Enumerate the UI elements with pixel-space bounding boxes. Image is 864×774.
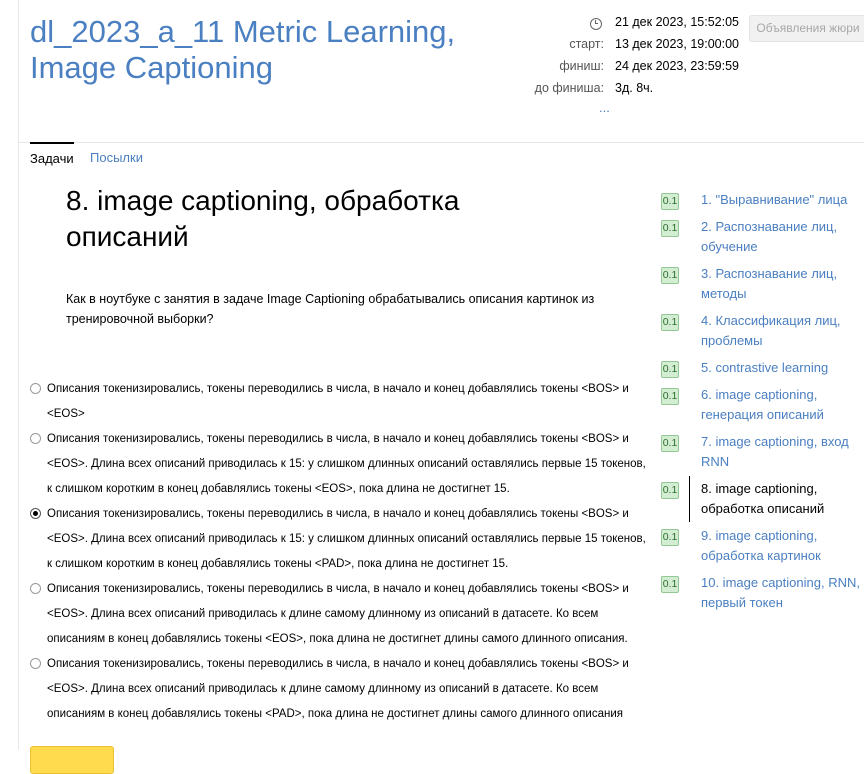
score-badge: 0.1	[661, 576, 679, 593]
score-badge: 0.1	[661, 314, 679, 331]
tab-submissions[interactable]: Посылки	[90, 142, 143, 174]
finish-label: финиш:	[559, 59, 604, 73]
score-badge: 0.1	[661, 193, 679, 210]
problem-list-item[interactable]: 0.1 2. Распознавание лиц, обучение	[659, 217, 864, 257]
answer-options: Описания токенизировались, токены перево…	[30, 377, 646, 727]
tab-problems[interactable]: Задачи	[30, 142, 74, 174]
problem-list-item-label: 7. image captioning, вход RNN	[701, 434, 849, 469]
problem-list-item[interactable]: 0.1 3. Распознавание лиц, методы	[659, 264, 864, 304]
start-value: 13 дек 2023, 19:00:00	[615, 37, 739, 51]
problem-list-item[interactable]: 0.1 1. "Выравнивание" лица	[659, 190, 864, 210]
contest-page: dl_2023_a_11 Metric Learning, Image Capt…	[18, 0, 864, 774]
problem-list-item[interactable]: 0.1 5. contrastive learning	[659, 358, 864, 378]
problem-list-item-current[interactable]: 0.1 8. image captioning, обработка описа…	[659, 476, 864, 522]
problem-list-item-label: 4. Классификация лиц, проблемы	[701, 313, 841, 348]
answer-option-text: Описания токенизировались, токены перево…	[47, 433, 646, 495]
problem-list-item-label: 10. image captioning, RNN, первый токен	[701, 575, 860, 610]
score-badge: 0.1	[661, 361, 679, 378]
answer-option-text: Описания токенизировались, токены перево…	[47, 658, 629, 720]
contest-timing: 21 дек 2023, 15:52:05 старт: 13 дек 2023…	[499, 15, 759, 103]
radio-button-selected[interactable]	[30, 508, 41, 519]
start-row: старт: 13 дек 2023, 19:00:00	[499, 37, 759, 59]
answer-option[interactable]: Описания токенизировались, токены перево…	[30, 652, 646, 727]
problem-list-item[interactable]: 0.1 10. image captioning, RNN, первый то…	[659, 573, 864, 613]
answer-option[interactable]: Описания токенизировались, токены перево…	[30, 577, 646, 652]
score-badge: 0.1	[661, 388, 679, 405]
jury-announcements-button[interactable]: Объявления жюри	[749, 15, 864, 42]
score-badge: 0.1	[661, 482, 679, 499]
more-link[interactable]: ...	[599, 100, 610, 115]
problem-list-item-label: 9. image captioning, обработка картинок	[701, 528, 821, 563]
problem-title: 8. image captioning, обработка описаний	[66, 185, 460, 252]
problem-list: 0.1 1. "Выравнивание" лица 0.1 2. Распоз…	[659, 190, 864, 620]
finish-row: финиш: 24 дек 2023, 23:59:59	[499, 59, 759, 81]
score-badge: 0.1	[661, 220, 679, 237]
answer-option-text: Описания токенизировались, токены перево…	[47, 508, 646, 570]
problem-list-item-label: 1. "Выравнивание" лица	[701, 192, 848, 207]
score-badge: 0.1	[661, 267, 679, 284]
current-time-row: 21 дек 2023, 15:52:05	[499, 15, 759, 37]
header-divider	[19, 142, 864, 143]
radio-button[interactable]	[30, 583, 41, 594]
problem-list-item-label: 6. image captioning, генерация описаний	[701, 387, 824, 422]
score-badge: 0.1	[661, 529, 679, 546]
problem-list-item-label: 3. Распознавание лиц, методы	[701, 266, 838, 301]
current-time: 21 дек 2023, 15:52:05	[615, 15, 739, 29]
problem-list-item[interactable]: 0.1 6. image captioning, генерация описа…	[659, 385, 864, 425]
score-badge: 0.1	[661, 435, 679, 452]
problem-list-item-label: 2. Распознавание лиц, обучение	[701, 219, 838, 254]
answer-option-text: Описания токенизировались, токены перево…	[47, 583, 629, 645]
radio-button[interactable]	[30, 658, 41, 669]
radio-button[interactable]	[30, 383, 41, 394]
start-label: старт:	[569, 37, 604, 51]
submit-button[interactable]	[30, 746, 114, 774]
problem-question: Как в ноутбуке с занятия в задаче Image …	[66, 292, 595, 326]
clock-icon	[590, 18, 602, 30]
problem-list-item-label: 8. image captioning, обработка описаний	[701, 481, 825, 516]
remaining-value: 3д. 8ч.	[615, 81, 654, 95]
finish-value: 24 дек 2023, 23:59:59	[615, 59, 739, 73]
answer-option[interactable]: Описания токенизировались, токены перево…	[30, 427, 646, 502]
remaining-label: до финиша:	[534, 81, 604, 95]
radio-button[interactable]	[30, 433, 41, 444]
contest-title: dl_2023_a_11 Metric Learning, Image Capt…	[30, 14, 456, 85]
problem-list-item[interactable]: 0.1 4. Классификация лиц, проблемы	[659, 311, 864, 351]
problem-list-item[interactable]: 0.1 7. image captioning, вход RNN	[659, 432, 864, 472]
answer-option[interactable]: Описания токенизировались, токены перево…	[30, 377, 646, 427]
answer-option-text: Описания токенизировались, токены перево…	[47, 383, 629, 420]
remaining-row: до финиша: 3д. 8ч.	[499, 81, 759, 103]
answer-option[interactable]: Описания токенизировались, токены перево…	[30, 502, 646, 577]
problem-list-item[interactable]: 0.1 9. image captioning, обработка карти…	[659, 526, 864, 566]
problem-list-item-label: 5. contrastive learning	[701, 360, 829, 375]
